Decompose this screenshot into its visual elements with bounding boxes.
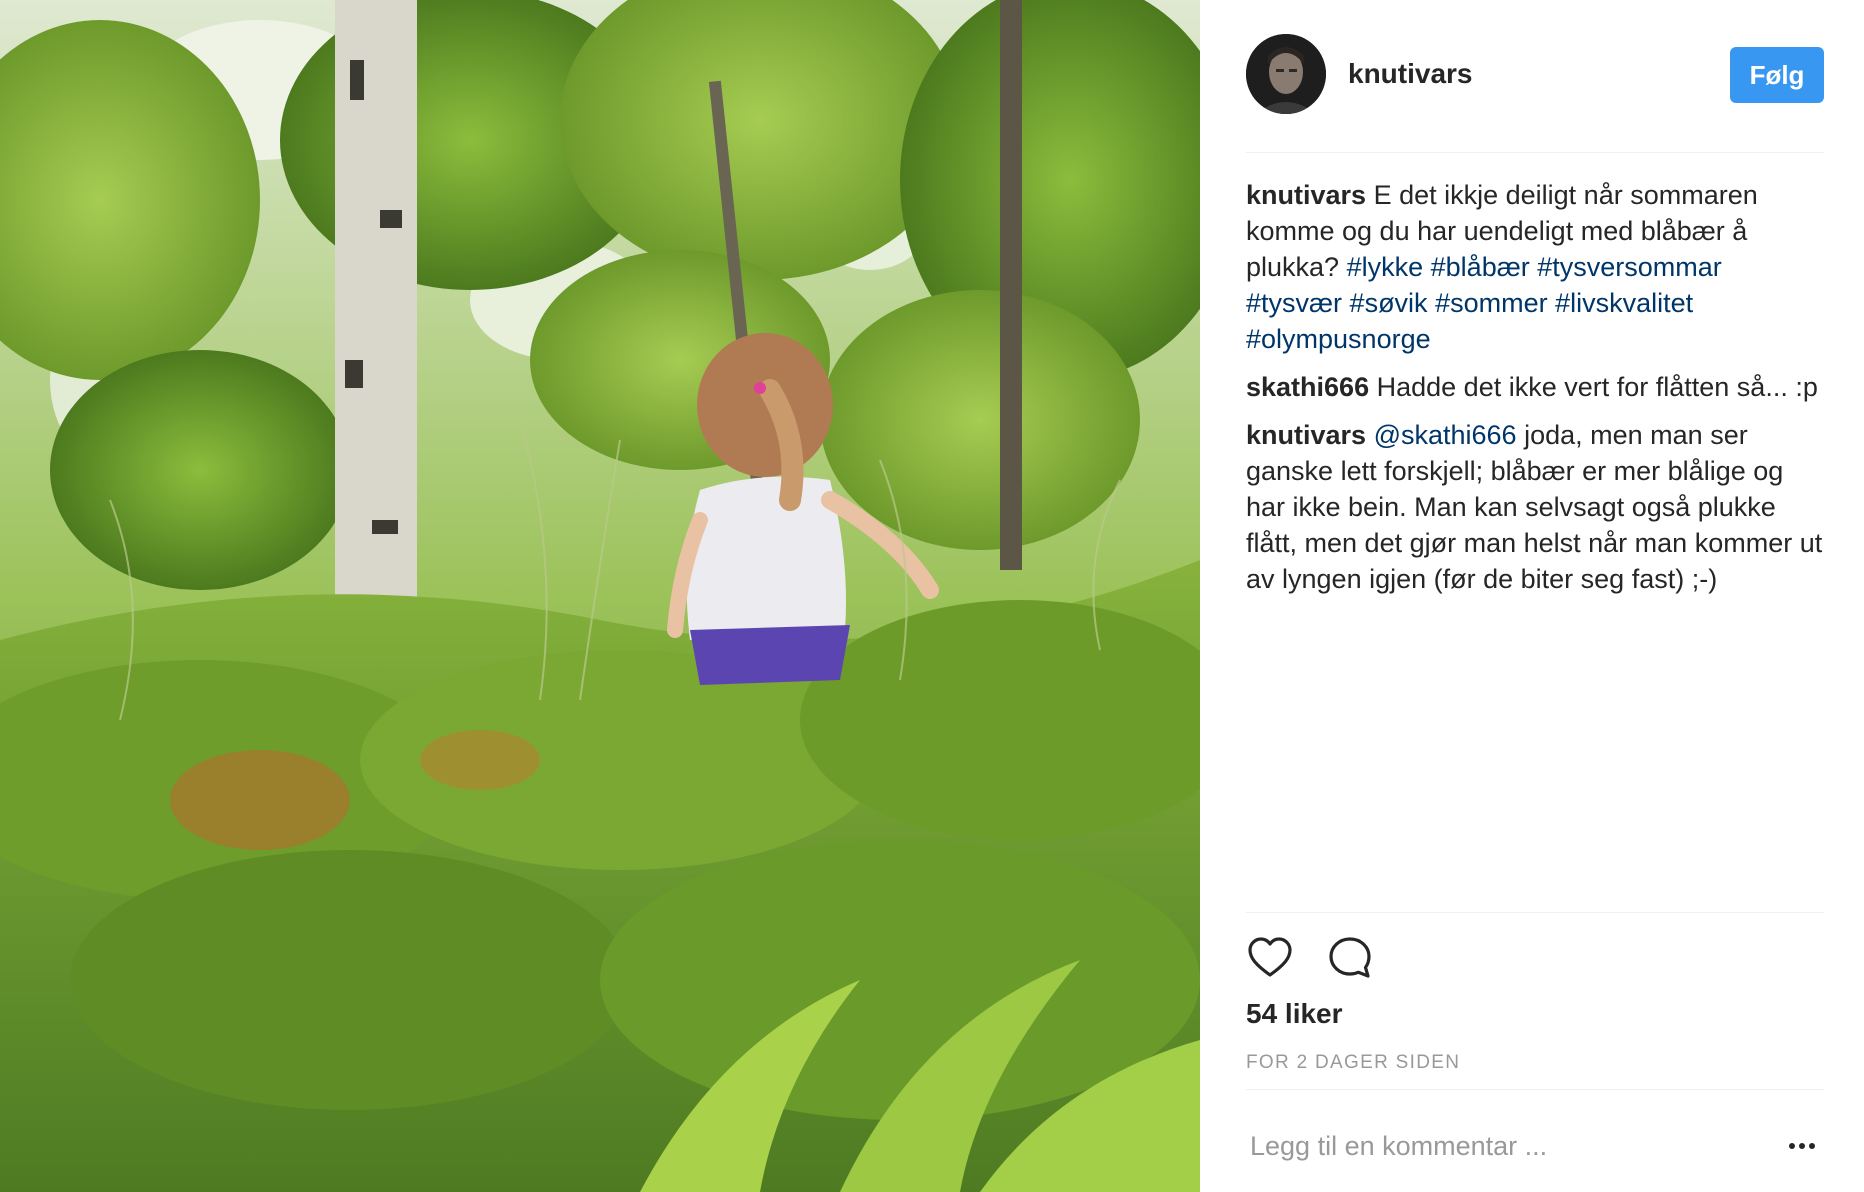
hashtag-link[interactable]: #livskvalitet: [1555, 288, 1693, 318]
comment-text: Hadde det ikke vert for flåtten så... :p: [1376, 372, 1818, 402]
post-header: knutivars Følg: [1246, 34, 1824, 114]
hashtag-link[interactable]: #olympusnorge: [1246, 324, 1431, 354]
hashtag-link[interactable]: #lykke: [1347, 252, 1424, 282]
hashtag-link[interactable]: #tysvær: [1246, 288, 1342, 318]
caption-author[interactable]: knutivars: [1246, 180, 1366, 210]
dot: [1799, 1143, 1805, 1149]
comment-author[interactable]: knutivars: [1246, 420, 1366, 450]
hashtag-link[interactable]: #sommer: [1435, 288, 1548, 318]
post-sidebar: knutivars Følg knutivars E det ikkje dei…: [1200, 0, 1864, 1192]
mention-link[interactable]: @skathi666: [1374, 420, 1517, 450]
comment-list: knutivars E det ikkje deiligt når sommar…: [1246, 177, 1824, 609]
post-photo: [0, 0, 1200, 1192]
caption: knutivars E det ikkje deiligt når sommar…: [1246, 177, 1824, 357]
comment-item: skathi666 Hadde det ikke vert for flåtte…: [1246, 369, 1824, 405]
avatar[interactable]: [1246, 34, 1326, 114]
header-divider: [1246, 152, 1824, 153]
add-comment-input[interactable]: [1250, 1124, 1750, 1168]
post-author-username[interactable]: knutivars: [1348, 58, 1473, 90]
follow-button[interactable]: Følg: [1730, 47, 1824, 103]
dot: [1789, 1143, 1795, 1149]
post-actions: [1246, 934, 1824, 982]
comment-item: knutivars @skathi666 joda, men man ser g…: [1246, 417, 1824, 597]
hashtag-link[interactable]: #tysversommar: [1537, 252, 1722, 282]
instagram-post: knutivars Følg knutivars E det ikkje dei…: [0, 0, 1864, 1192]
speech-bubble-icon[interactable]: [1326, 934, 1374, 982]
dot: [1809, 1143, 1815, 1149]
like-count[interactable]: 54 liker: [1246, 998, 1343, 1030]
avatar-photo-icon: [1246, 34, 1326, 114]
heart-outline-icon[interactable]: [1246, 934, 1294, 982]
forest-scene-image: [0, 0, 1200, 1192]
hashtag-link[interactable]: #blåbær: [1431, 252, 1530, 282]
post-timestamp: FOR 2 DAGER SIDEN: [1246, 1052, 1461, 1073]
comment-input-divider: [1246, 1089, 1824, 1090]
actions-divider: [1246, 912, 1824, 913]
hashtag-link[interactable]: #søvik: [1350, 288, 1428, 318]
comment-author[interactable]: skathi666: [1246, 372, 1369, 402]
more-dots-icon[interactable]: [1780, 1130, 1824, 1162]
